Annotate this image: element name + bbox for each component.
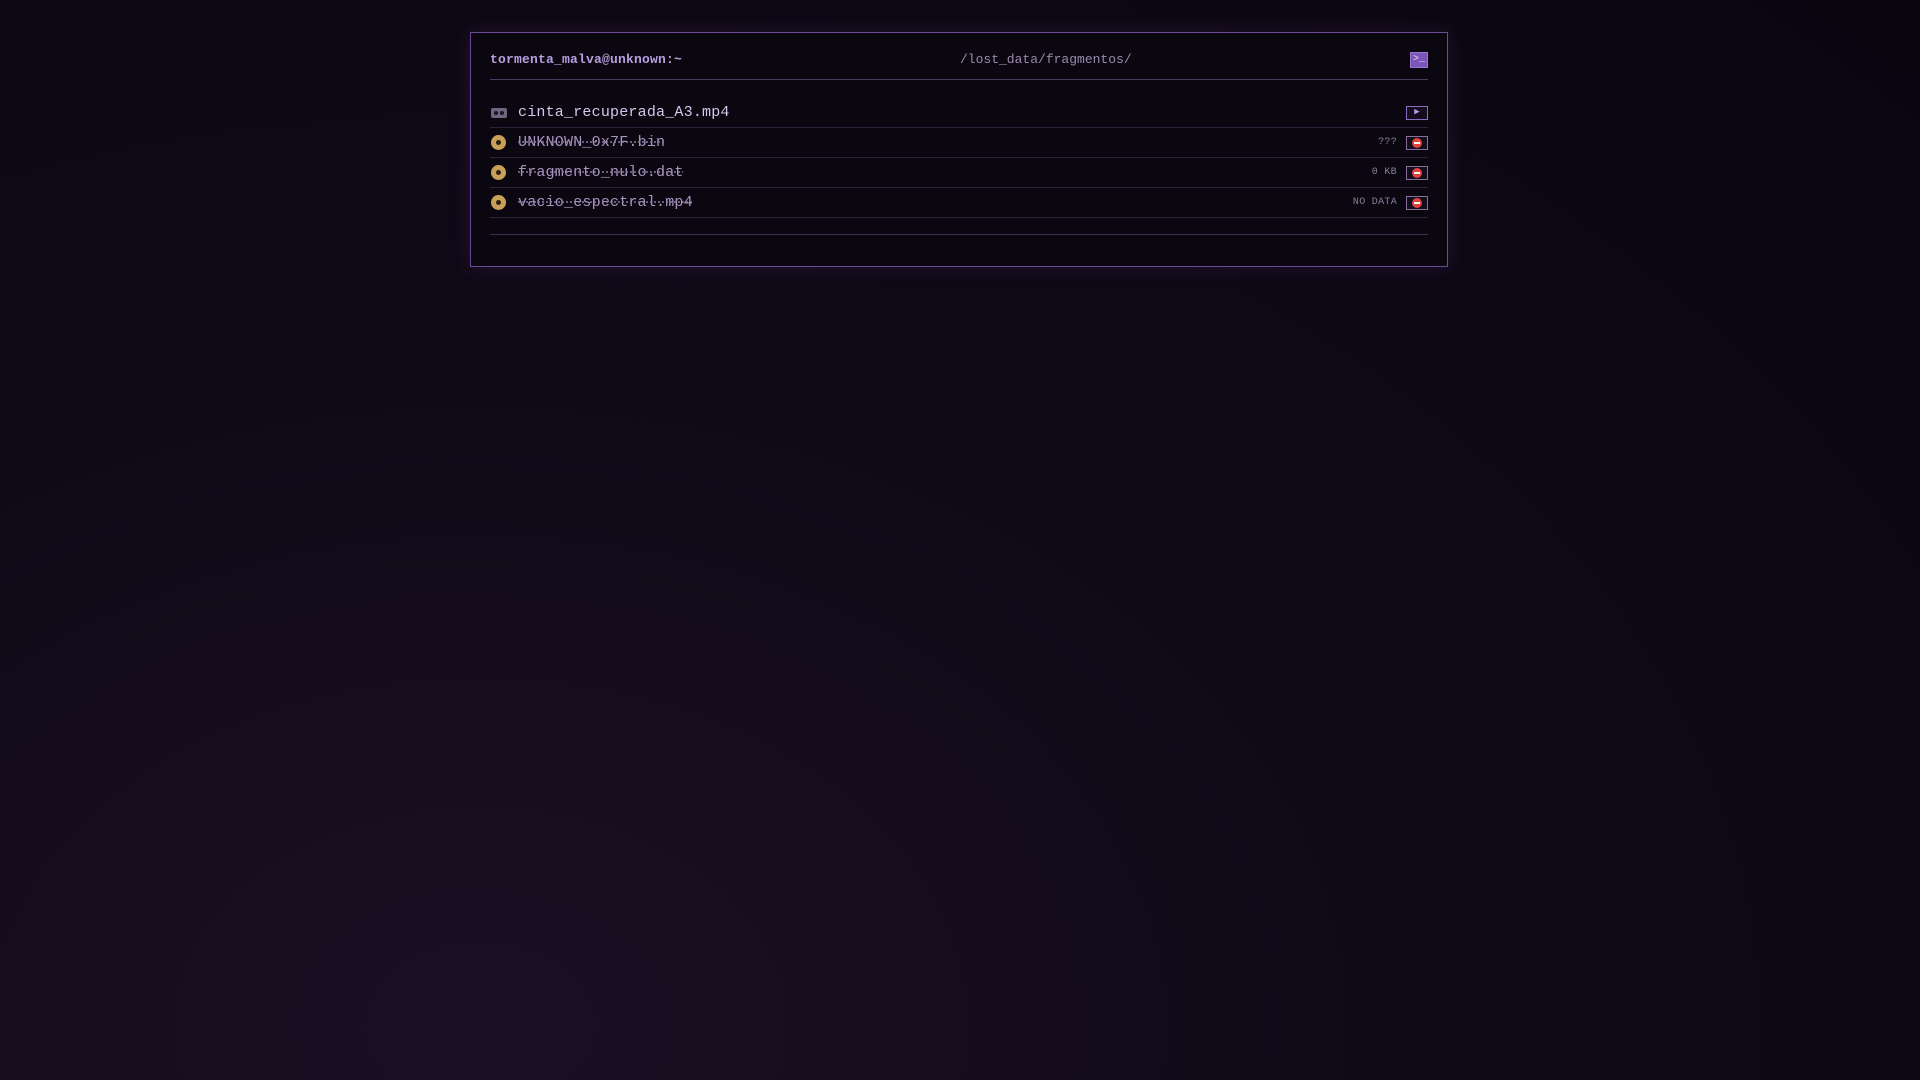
disc-icon: [490, 134, 507, 151]
blocked-button[interactable]: [1406, 135, 1428, 150]
file-name: fragmento_nulo.dat: [518, 164, 684, 181]
disc-icon: [490, 194, 507, 211]
current-path: /lost_data/fragmentos/: [960, 52, 1132, 67]
user-host-prompt: tormenta_malva@unknown:~: [490, 52, 683, 67]
file-list: cinta_recuperada_A3.mp4 ▶ UNKNOWN_0x7F.b…: [490, 98, 1428, 235]
no-entry-icon: [1412, 167, 1422, 178]
no-entry-icon: [1412, 197, 1422, 208]
disc-icon: [490, 164, 507, 181]
blocked-button[interactable]: [1406, 195, 1428, 210]
file-size: ???: [1378, 137, 1397, 148]
file-row[interactable]: vacio_espectral.mp4 NO DATA: [490, 188, 1428, 218]
play-button[interactable]: ▶: [1406, 105, 1428, 120]
file-row[interactable]: UNKNOWN_0x7F.bin ???: [490, 128, 1428, 158]
terminal-prompt-icon: >_: [1412, 54, 1425, 65]
no-entry-icon: [1412, 137, 1422, 148]
terminal-button[interactable]: >_: [1410, 52, 1428, 68]
file-name: UNKNOWN_0x7F.bin: [518, 134, 666, 151]
blocked-button[interactable]: [1406, 165, 1428, 180]
file-row[interactable]: fragmento_nulo.dat 0 KB: [490, 158, 1428, 188]
videocassette-icon: [490, 104, 507, 121]
play-icon: ▶: [1414, 107, 1420, 117]
file-size: 0 KB: [1371, 167, 1397, 178]
file-size: NO DATA: [1352, 197, 1397, 208]
file-row[interactable]: cinta_recuperada_A3.mp4 ▶: [490, 98, 1428, 128]
terminal-header: tormenta_malva@unknown:~ /lost_data/frag…: [490, 33, 1428, 80]
terminal-window: tormenta_malva@unknown:~ /lost_data/frag…: [470, 32, 1448, 267]
file-name: cinta_recuperada_A3.mp4: [518, 104, 730, 121]
file-name: vacio_espectral.mp4: [518, 194, 693, 211]
